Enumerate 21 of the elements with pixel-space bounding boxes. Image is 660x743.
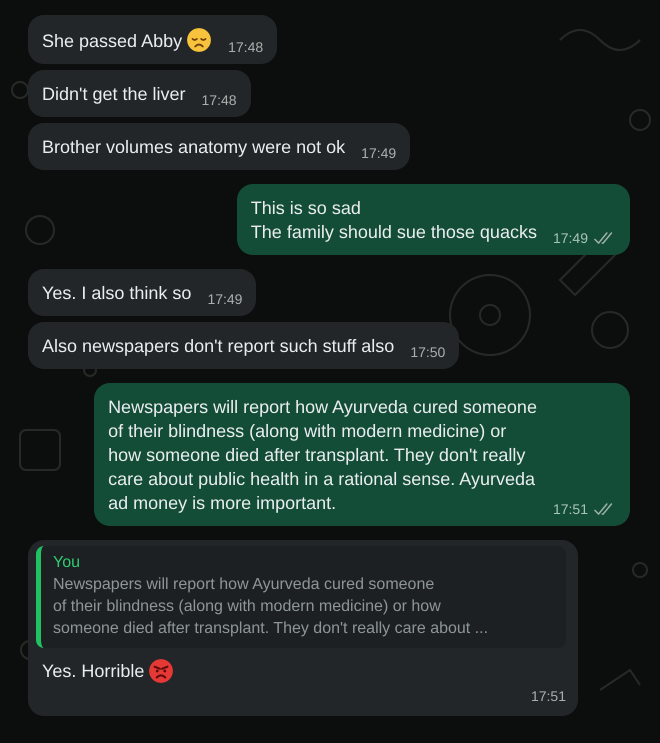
angry-face-icon <box>148 658 174 684</box>
message-text: Newspapers will report how Ayurveda cured someone of their blindness (along with modern medicine) or how someone died after transplant. They don't really care about public health in a rational sense. Ayurveda ad money is more important. <box>108 396 537 515</box>
quoted-message[interactable]: You Newspapers will report how Ayurveda cured someone of their blindness (along with modern medicine) or how someone died after transplant. They don't really care about ... <box>36 546 566 648</box>
message-time: 17:51 <box>530 687 566 706</box>
quote-text: Newspapers will report how Ayurveda cured someone of their blindness (along with modern medicine) or how someone died after transplant. They don't really care about ... <box>53 575 490 639</box>
message-text: Yes. I also think so <box>42 282 192 305</box>
message-time: 17:49 <box>207 290 242 309</box>
message-text: Also newspapers don't report such stuff also <box>42 335 394 358</box>
message-time: 17:49 <box>361 144 396 163</box>
message-text: She passed Abby <box>42 30 182 53</box>
message-text: Yes. Horrible <box>42 660 144 683</box>
sad-face-icon <box>186 27 212 53</box>
message-text: Didn't get the liver <box>42 83 186 106</box>
message-time: 17:49 <box>552 229 588 248</box>
message-time: 17:48 <box>202 91 237 110</box>
message-time: 17:51 <box>552 500 588 519</box>
quote-author: You <box>53 553 81 573</box>
message-text: Brother volumes anatomy were not ok <box>42 136 346 159</box>
message-time: 17:48 <box>228 38 264 57</box>
message-time: 17:50 <box>410 343 446 362</box>
message-text: This is so sad The family should sue those quacks <box>250 197 537 244</box>
